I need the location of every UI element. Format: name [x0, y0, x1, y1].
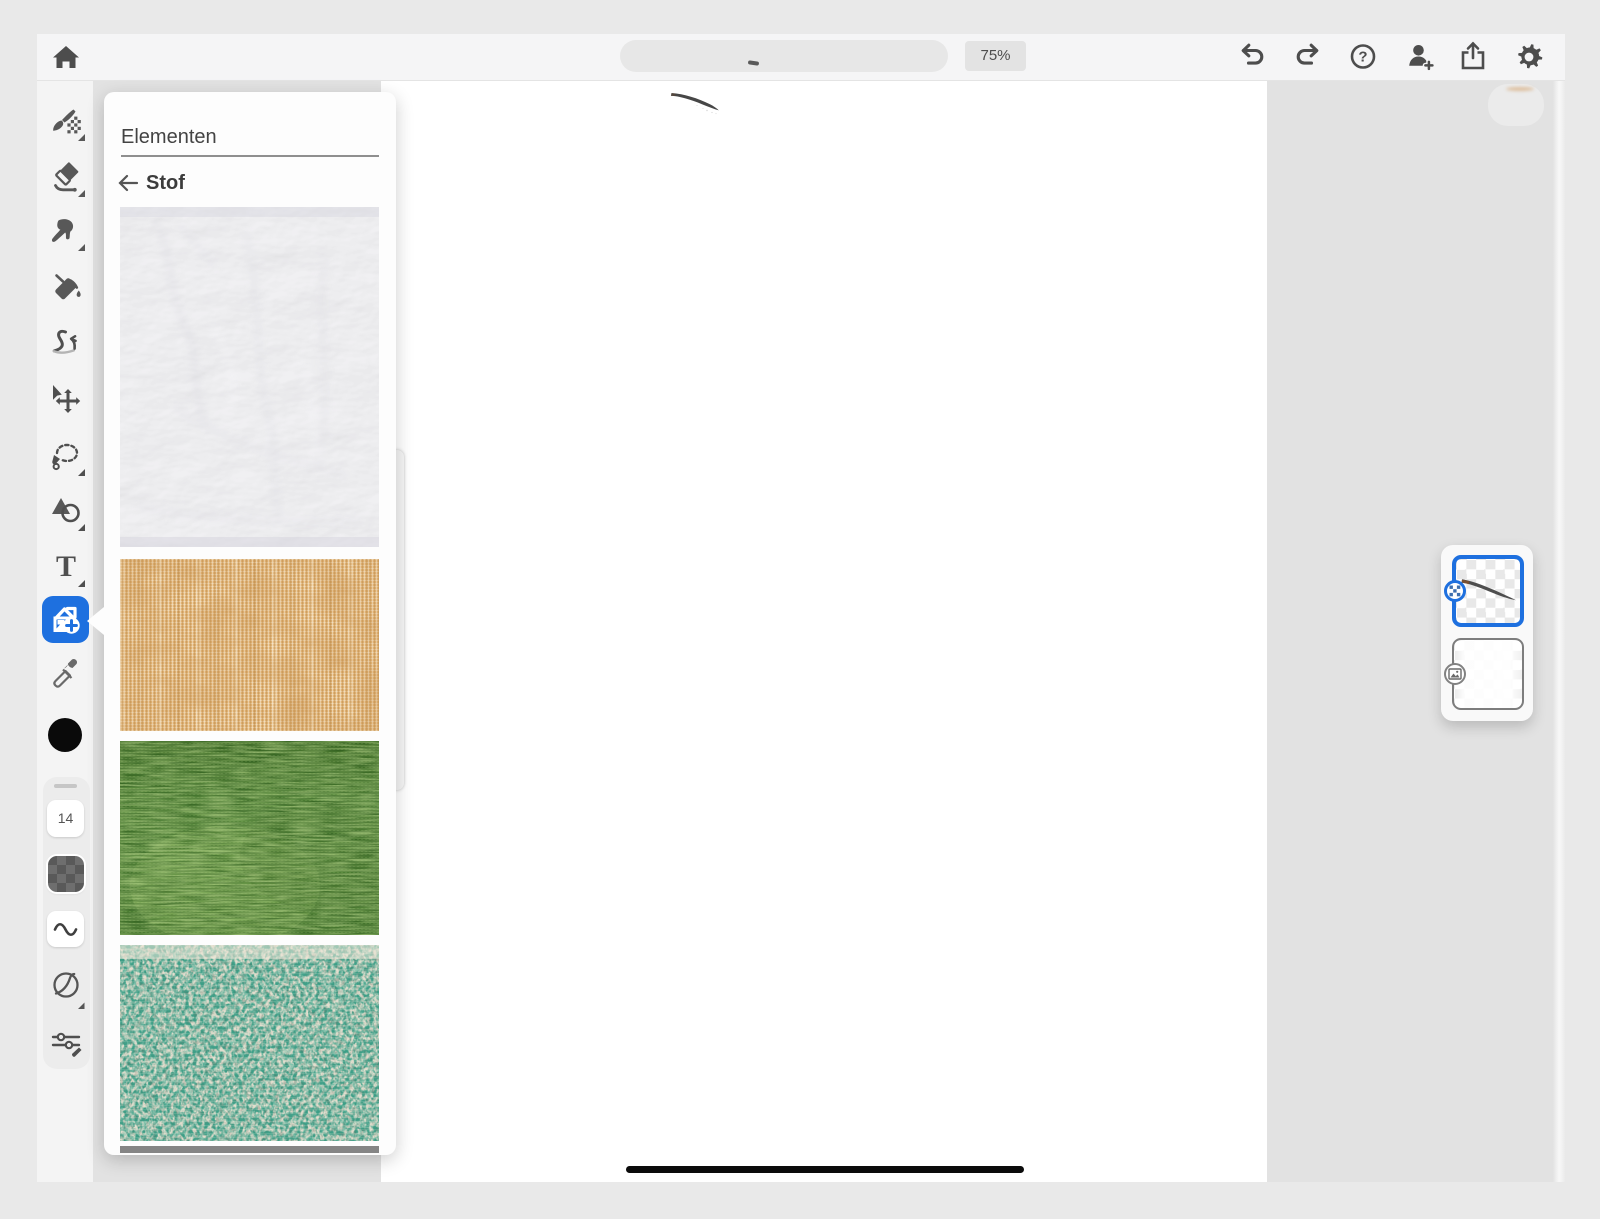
- svg-text:?: ?: [1358, 49, 1367, 66]
- svg-text:T: T: [56, 550, 76, 583]
